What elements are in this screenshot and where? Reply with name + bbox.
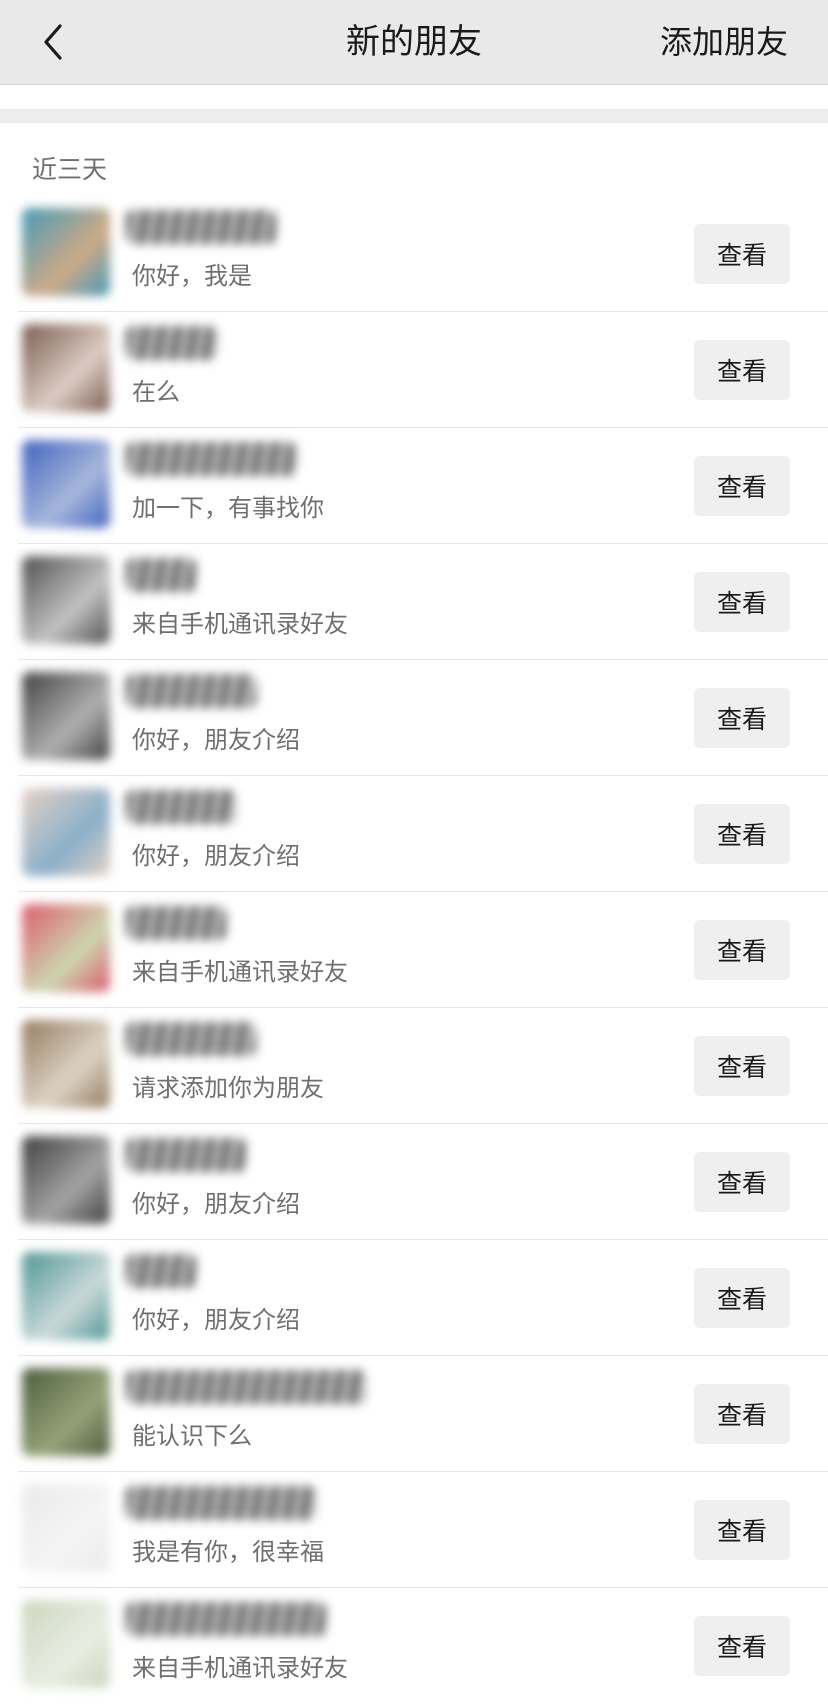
avatar[interactable] bbox=[22, 556, 110, 644]
top-navigation-bar: 新的朋友 添加朋友 bbox=[0, 0, 828, 85]
friend-request-row[interactable]: 在么 查看 bbox=[0, 312, 828, 428]
view-button[interactable]: 查看 bbox=[694, 456, 790, 516]
friend-request-list: 你好，我是 查看 在么 查看 加一下，有事找你 查看 来自手机通讯录好友 查看 你好，朋友介绍查… bbox=[0, 196, 828, 1704]
contact-name-redacted bbox=[126, 558, 196, 592]
view-button[interactable]: 查看 bbox=[694, 1616, 790, 1676]
avatar[interactable] bbox=[22, 1020, 110, 1108]
avatar[interactable] bbox=[22, 788, 110, 876]
chevron-left-icon bbox=[44, 24, 62, 60]
request-message: 你好，朋友介绍 bbox=[132, 1190, 300, 1218]
friend-request-row[interactable]: 请求添加你为朋友 查看 bbox=[0, 1008, 828, 1124]
friend-request-row[interactable]: 能认识下么 查看 bbox=[0, 1356, 828, 1472]
friend-request-row[interactable]: 来自手机通讯录好友 查看 bbox=[0, 1588, 828, 1704]
request-message: 在么 bbox=[132, 378, 180, 406]
add-friend-button[interactable]: 添加朋友 bbox=[660, 0, 788, 84]
view-button[interactable]: 查看 bbox=[694, 1500, 790, 1560]
avatar[interactable] bbox=[22, 1484, 110, 1572]
contact-name-redacted bbox=[126, 1486, 316, 1520]
contact-name-redacted bbox=[126, 1602, 326, 1636]
friend-request-row[interactable]: 你好，朋友介绍 查看 bbox=[0, 776, 828, 892]
contact-name-redacted bbox=[126, 1138, 246, 1172]
view-button[interactable]: 查看 bbox=[694, 1036, 790, 1096]
friend-request-row[interactable]: 你好，朋友介绍 查看 bbox=[0, 1124, 828, 1240]
request-message: 来自手机通讯录好友 bbox=[132, 1654, 348, 1682]
view-button[interactable]: 查看 bbox=[694, 688, 790, 748]
view-button[interactable]: 查看 bbox=[694, 1152, 790, 1212]
request-message: 你好，朋友介绍 bbox=[132, 1306, 300, 1334]
contact-name-redacted bbox=[126, 210, 276, 244]
request-message: 来自手机通讯录好友 bbox=[132, 610, 348, 638]
contact-name-redacted bbox=[126, 1370, 366, 1404]
avatar[interactable] bbox=[22, 1136, 110, 1224]
contact-name-redacted bbox=[126, 1254, 196, 1288]
avatar[interactable] bbox=[22, 1600, 110, 1688]
contact-name-redacted bbox=[126, 674, 256, 708]
request-message: 请求添加你为朋友 bbox=[132, 1074, 324, 1102]
friend-request-row[interactable]: 来自手机通讯录好友 查看 bbox=[0, 544, 828, 660]
back-button[interactable] bbox=[30, 18, 74, 66]
request-message: 你好，我是 bbox=[132, 262, 252, 290]
contact-name-redacted bbox=[126, 906, 226, 940]
request-message: 我是有你，很幸福 bbox=[132, 1538, 324, 1566]
request-message: 你好，朋友介绍 bbox=[132, 726, 300, 754]
view-button[interactable]: 查看 bbox=[694, 1384, 790, 1444]
avatar[interactable] bbox=[22, 440, 110, 528]
contact-name-redacted bbox=[126, 442, 296, 476]
contact-name-redacted bbox=[126, 1022, 256, 1056]
contact-name-redacted bbox=[126, 790, 236, 824]
avatar[interactable] bbox=[22, 1252, 110, 1340]
request-message: 来自手机通讯录好友 bbox=[132, 958, 348, 986]
view-button[interactable]: 查看 bbox=[694, 224, 790, 284]
friend-request-row[interactable]: 来自手机通讯录好友 查看 bbox=[0, 892, 828, 1008]
friend-request-row[interactable]: 你好，朋友介绍 查看 bbox=[0, 1240, 828, 1356]
section-divider bbox=[0, 109, 828, 123]
top-spacer bbox=[0, 85, 828, 109]
contact-name-redacted bbox=[126, 326, 216, 360]
friend-request-row[interactable]: 你好，朋友介绍 查看 bbox=[0, 660, 828, 776]
avatar[interactable] bbox=[22, 904, 110, 992]
view-button[interactable]: 查看 bbox=[694, 804, 790, 864]
avatar[interactable] bbox=[22, 1368, 110, 1456]
friend-request-row[interactable]: 加一下，有事找你 查看 bbox=[0, 428, 828, 544]
request-message: 能认识下么 bbox=[132, 1422, 252, 1450]
friend-request-row[interactable]: 我是有你，很幸福 查看 bbox=[0, 1472, 828, 1588]
avatar[interactable] bbox=[22, 324, 110, 412]
view-button[interactable]: 查看 bbox=[694, 920, 790, 980]
view-button[interactable]: 查看 bbox=[694, 1268, 790, 1328]
avatar[interactable] bbox=[22, 208, 110, 296]
section-header-recent: 近三天 bbox=[32, 155, 108, 184]
friend-request-row[interactable]: 你好，我是 查看 bbox=[0, 196, 828, 312]
view-button[interactable]: 查看 bbox=[694, 340, 790, 400]
request-message: 你好，朋友介绍 bbox=[132, 842, 300, 870]
view-button[interactable]: 查看 bbox=[694, 572, 790, 632]
avatar[interactable] bbox=[22, 672, 110, 760]
request-message: 加一下，有事找你 bbox=[132, 494, 324, 522]
